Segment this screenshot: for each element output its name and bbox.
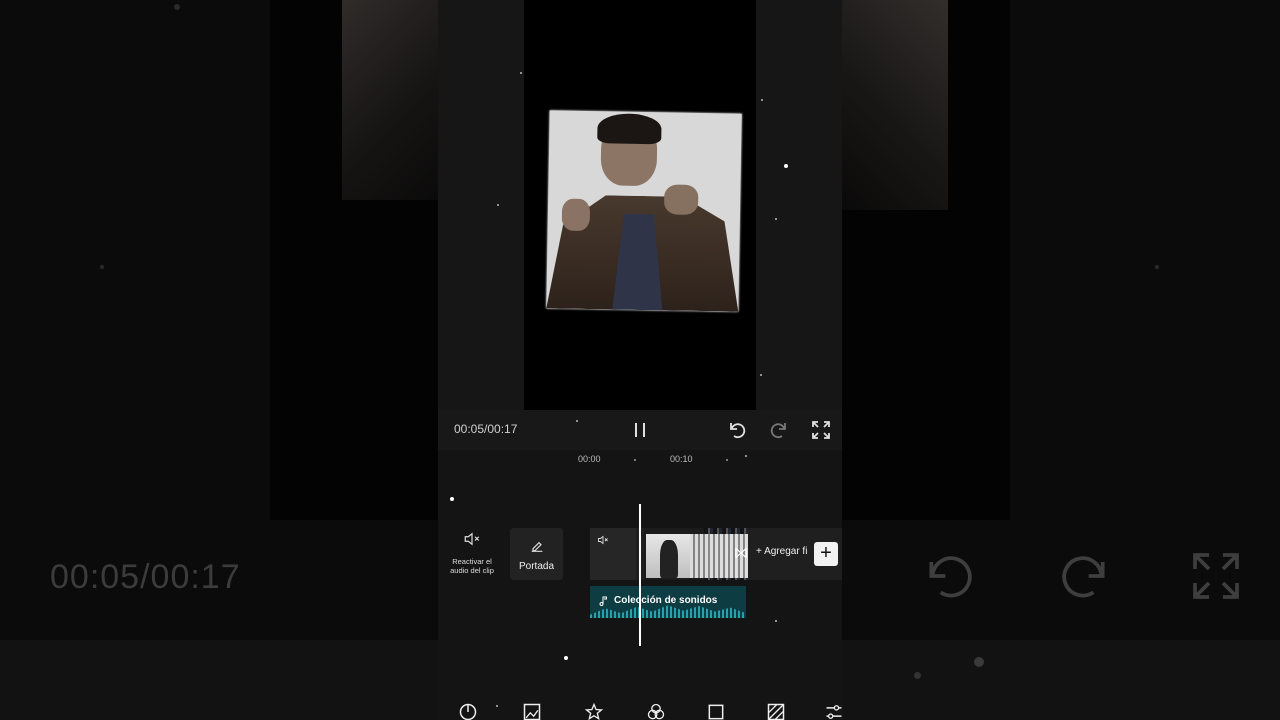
effects-icon[interactable]	[584, 702, 604, 720]
unmute-clip-label: Reactivar el audio del clip	[450, 557, 494, 575]
track-mute-toggle[interactable]	[590, 528, 636, 580]
video-editor-screen: 00:05/00:17 00:00 00:10 Reactivar el aud…	[438, 0, 842, 720]
sparkle-dot	[760, 374, 762, 376]
transition-icon[interactable]	[734, 546, 748, 560]
sparkle-dot	[450, 497, 454, 501]
sparkle-dot	[745, 455, 747, 457]
redo-icon[interactable]	[767, 418, 791, 442]
sparkle-dot	[496, 705, 498, 707]
background-dot	[100, 265, 104, 269]
background-redo-icon	[1062, 556, 1105, 598]
background-photo-fragment-left	[342, 0, 438, 200]
video-preview-photo	[546, 110, 742, 312]
background-photo-fragment-right	[842, 0, 948, 210]
tick-dot	[726, 459, 728, 461]
timeline-ruler[interactable]: 00:00 00:10	[438, 450, 842, 470]
undo-icon[interactable]	[725, 418, 749, 442]
add-clip-label: Agregar fi	[764, 546, 808, 557]
tick-dot	[634, 459, 636, 461]
pencil-icon	[531, 541, 542, 552]
sparkle-dot	[576, 420, 578, 422]
background-dot	[914, 672, 921, 679]
speaker-mute-icon	[464, 532, 480, 546]
speed-icon[interactable]	[458, 702, 478, 720]
playhead[interactable]	[639, 504, 641, 646]
unmute-clip-button[interactable]: Reactivar el audio del clip	[444, 530, 500, 575]
image-icon[interactable]	[522, 702, 542, 720]
background-dot	[974, 657, 984, 667]
cover-label: Portada	[518, 561, 555, 572]
audio-track[interactable]: Colección de sonidos	[590, 586, 746, 618]
background-dot	[174, 4, 180, 10]
background-undo-icon	[929, 556, 972, 598]
audio-track-label: Colección de sonidos	[614, 595, 718, 606]
sparkle-dot	[775, 620, 777, 622]
speaker-mute-icon	[598, 535, 608, 545]
cover-button[interactable]: Portada	[510, 528, 563, 580]
clip-thumbnail	[646, 534, 690, 578]
plus-icon[interactable]: +	[814, 542, 838, 566]
video-clip[interactable]	[644, 528, 748, 580]
sparkle-dot	[497, 204, 499, 206]
adjust-icon[interactable]	[824, 702, 842, 720]
sparkle-dot	[775, 218, 777, 220]
background-pattern-icon[interactable]	[766, 702, 786, 720]
tick-label: 00:10	[670, 454, 693, 464]
add-clip-button[interactable]: + Agregar fi	[756, 546, 807, 557]
background-fullscreen-icon	[1193, 553, 1239, 599]
time-readout: 00:05/00:17	[454, 422, 518, 436]
sparkle-dot	[520, 72, 522, 74]
background-dot	[1155, 265, 1159, 269]
music-note-icon	[599, 596, 607, 606]
background-time-readout: 00:05/00:17	[50, 558, 241, 596]
sparkle-dot	[564, 656, 568, 660]
filters-icon[interactable]	[646, 702, 666, 720]
tick-label: 00:00	[578, 454, 601, 464]
sparkle-dot	[761, 99, 763, 101]
fullscreen-icon[interactable]	[809, 418, 833, 442]
pause-icon[interactable]	[628, 418, 652, 442]
bottom-toolbar	[438, 690, 842, 720]
format-icon[interactable]	[706, 702, 726, 720]
sparkle-dot	[784, 164, 788, 168]
playback-control-bar: 00:05/00:17	[438, 410, 842, 450]
